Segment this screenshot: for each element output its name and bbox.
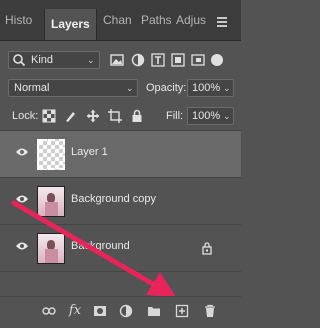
trash-icon[interactable] <box>203 304 217 318</box>
link-layers-icon[interactable] <box>42 304 56 318</box>
new-layer-icon[interactable] <box>175 304 189 318</box>
adjustment-layer-icon[interactable] <box>119 304 133 318</box>
fx-icon[interactable]: fx <box>68 304 82 318</box>
layers-bottom-toolbar: fx <box>0 296 241 328</box>
add-mask-icon[interactable] <box>93 304 107 318</box>
folder-icon[interactable] <box>147 304 161 318</box>
annotation-arrow <box>11 200 176 297</box>
